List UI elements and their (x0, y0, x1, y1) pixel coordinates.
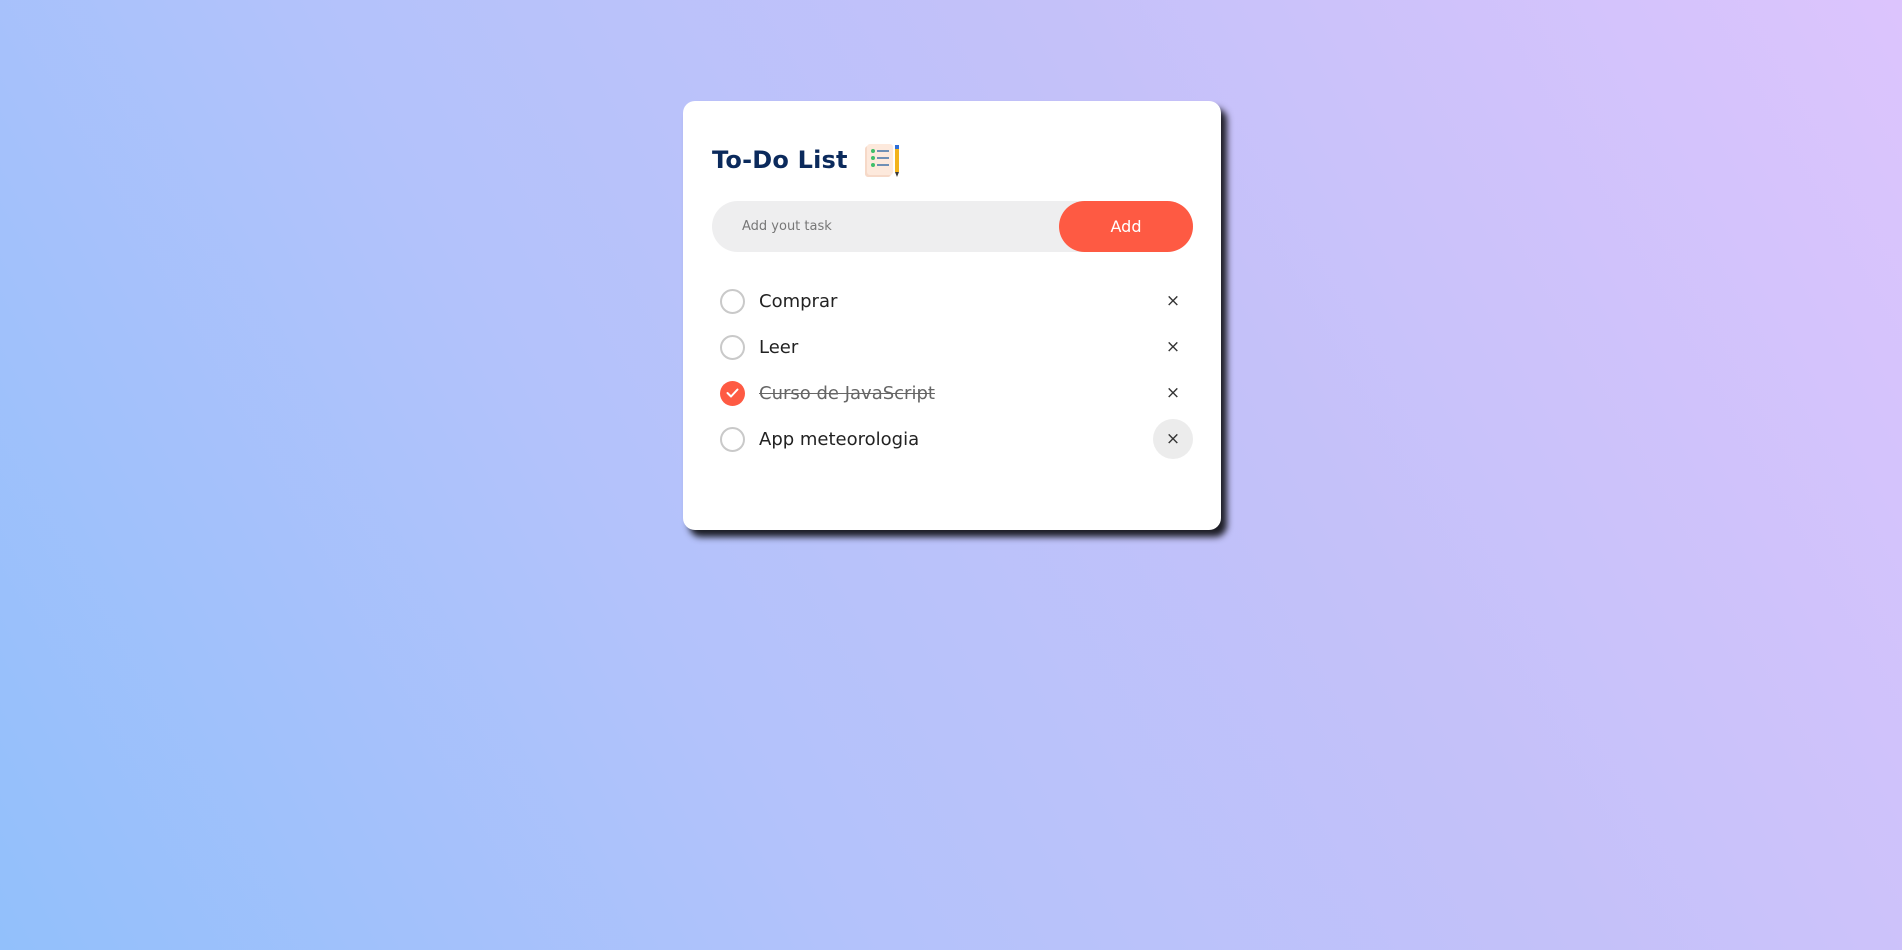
task-checkbox[interactable] (720, 334, 745, 360)
task-input[interactable] (712, 200, 1059, 253)
close-icon: × (1165, 337, 1181, 357)
task-checkbox[interactable] (720, 426, 745, 452)
task-checkbox-checked[interactable] (720, 380, 745, 406)
task-input-row: Add (712, 200, 1193, 253)
delete-task-button[interactable]: × (1153, 281, 1193, 321)
task-list: Comprar × Leer × Curso de JavaScript × A… (712, 278, 1193, 478)
delete-task-button[interactable]: × (1153, 373, 1193, 413)
list-item: App meteorologia × (712, 416, 1193, 462)
delete-task-button[interactable]: × (1153, 419, 1193, 459)
page-title: To-Do List (712, 146, 848, 174)
task-label: Comprar (759, 290, 838, 312)
list-item: Curso de JavaScript × (712, 370, 1193, 416)
close-icon: × (1165, 291, 1181, 311)
task-label: App meteorologia (759, 428, 920, 450)
task-checkbox[interactable] (720, 288, 745, 314)
task-label: Leer (759, 336, 799, 358)
list-item: Comprar × (712, 278, 1193, 324)
checklist-icon (863, 142, 901, 178)
check-icon (726, 388, 739, 398)
delete-task-button[interactable]: × (1153, 327, 1193, 367)
add-button[interactable]: Add (1059, 201, 1193, 252)
close-icon: × (1165, 383, 1181, 403)
close-icon: × (1165, 429, 1181, 449)
task-label: Curso de JavaScript (759, 382, 935, 404)
header: To-Do List (712, 142, 901, 178)
list-item: Leer × (712, 324, 1193, 370)
